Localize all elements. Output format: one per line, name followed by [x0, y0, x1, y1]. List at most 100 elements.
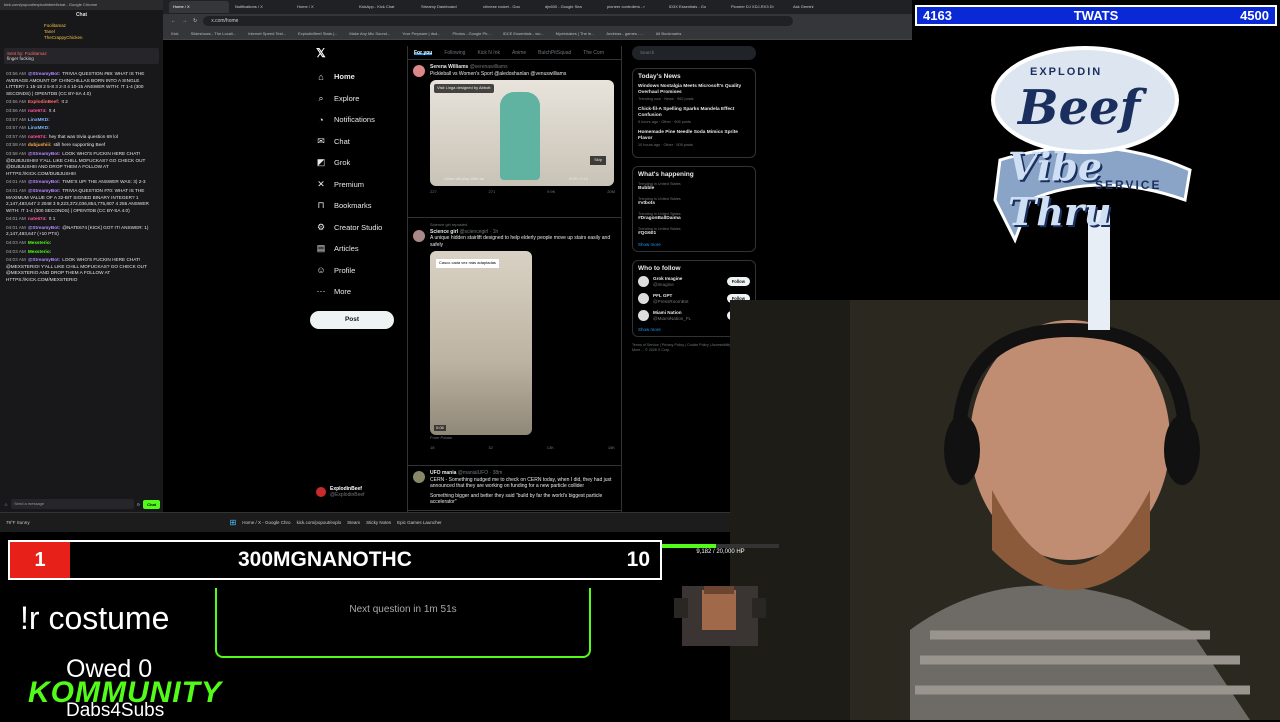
- x-logo-icon[interactable]: 𝕏: [310, 46, 420, 66]
- browser-tab[interactable]: Ask Gemini: [789, 1, 849, 13]
- browser-tab[interactable]: djn600 - Google Sea: [541, 1, 601, 13]
- tweet-text: Pickleball vs Women's Sport @aledoshanla…: [430, 70, 567, 77]
- browser-tab[interactable]: Pioneer DJ XDJ-RX3 Di: [727, 1, 787, 13]
- chat-input[interactable]: Send a message: [11, 499, 134, 509]
- timeline-tab[interactable]: The Corn: [583, 50, 604, 56]
- weather-widget[interactable]: 79°F Sunny: [6, 520, 30, 525]
- follow-suggestion[interactable]: Grok Imagine @imagine Follow: [638, 276, 750, 287]
- timeline-tab[interactable]: Following: [444, 50, 465, 56]
- nav-item-more[interactable]: ⋯ More: [310, 281, 420, 303]
- trend-item[interactable]: Trending in United States #QG601: [638, 227, 750, 236]
- timeline-tab[interactable]: Kick N Ink: [477, 50, 500, 56]
- address-bar[interactable]: x.com/home: [203, 16, 794, 26]
- timeline-tab[interactable]: For you: [414, 50, 433, 56]
- message-user[interactable]: ExplodinBeef:: [28, 99, 60, 104]
- reply-count[interactable]: 227: [430, 189, 437, 196]
- chat-panel: kick.com/popout/explodinbeef/chat - Goog…: [0, 0, 163, 512]
- bookmark-item[interactable]: ExplodinBeef Stats |...: [298, 31, 337, 36]
- nav-item-premium[interactable]: ✕ Premium: [310, 174, 420, 196]
- browser-tab[interactable]: Streamy Dashboard: [417, 1, 477, 13]
- message-user[interactable]: @StreamyBot:: [28, 151, 60, 156]
- forward-icon[interactable]: →: [182, 18, 187, 24]
- message-user[interactable]: LinxMKD:: [28, 117, 50, 122]
- bookmark-item[interactable]: Andreas - games - ...: [606, 31, 643, 36]
- repost-count[interactable]: 271: [489, 189, 496, 196]
- nav-item-grok[interactable]: ◩ Grok: [310, 152, 420, 174]
- browser-tab[interactable]: Home / X: [293, 1, 353, 13]
- browser-tab[interactable]: Notifications / X: [231, 1, 291, 13]
- nav-item-explore[interactable]: ⌕ Explore: [310, 88, 420, 110]
- browser-tab[interactable]: pioneer controllers - r: [603, 1, 663, 13]
- bookmark-item[interactable]: Mymistakes | The le...: [556, 31, 595, 36]
- bookmark-item[interactable]: Photos - Google Ph...: [453, 31, 491, 36]
- tweet[interactable]: Serena Williams @serenawilliams Pickleba…: [408, 60, 621, 218]
- browser-tab[interactable]: ID3X Essentials - Go: [665, 1, 725, 13]
- message-user[interactable]: Mexsterio:: [28, 249, 51, 254]
- bookmark-item[interactable]: Slideshows - The Locali...: [191, 31, 237, 36]
- news-item[interactable]: Homemade Pine Needle Soda Mimics Sprite …: [638, 130, 750, 147]
- skip-button[interactable]: Skip: [590, 156, 606, 165]
- message-user[interactable]: @StreamyBot:: [28, 71, 60, 76]
- timeline-tab[interactable]: ButchPitSquad: [538, 50, 571, 56]
- like-count[interactable]: 9.9K: [547, 189, 555, 196]
- trend-item[interactable]: Trending in United States #DragonBallDaim…: [638, 212, 750, 221]
- message-user[interactable]: @StreamyBot:: [28, 179, 60, 184]
- bookmark-item[interactable]: Make Any Mic Sound...: [349, 31, 390, 36]
- message-user[interactable]: nate674:: [28, 134, 47, 139]
- reply-count[interactable]: 18: [430, 445, 434, 452]
- taskbar-app[interactable]: kick.com/popout/explo: [297, 520, 342, 525]
- message-user[interactable]: nate674:: [28, 108, 47, 113]
- news-item[interactable]: Windows Nostalgia Meets Microsoft's Qual…: [638, 84, 750, 101]
- message-user[interactable]: LinxMKD:: [28, 125, 50, 130]
- message-user[interactable]: nate674:: [28, 216, 47, 221]
- browser-tab[interactable]: chinese rocket - Goo: [479, 1, 539, 13]
- nav-item-home[interactable]: ⌂ Home: [310, 66, 420, 88]
- nav-item-bookmarks[interactable]: ⊓ Bookmarks: [310, 195, 420, 217]
- follow-button[interactable]: Follow: [726, 277, 750, 286]
- search-input[interactable]: Search: [632, 46, 756, 60]
- bookmark-item[interactable]: Kick: [171, 31, 179, 36]
- tweet[interactable]: Science girl reposted Science girl @scie…: [408, 218, 621, 466]
- post-button[interactable]: Post: [310, 310, 394, 329]
- tweet-video[interactable]: Visit Linga designed by Abbott Skip Vide…: [430, 80, 614, 186]
- trend-item[interactable]: Trending in United States #vtbots: [638, 197, 750, 206]
- news-item[interactable]: Chick-fil-A Spelling Sparks Mandela Effe…: [638, 107, 750, 124]
- tweet-video[interactable]: Casco cada vez más adaptadas 0:08: [430, 251, 532, 435]
- emote-icon[interactable]: ☺: [4, 502, 8, 507]
- bookmark-item[interactable]: Internet Speed Test...: [248, 31, 286, 36]
- message-user[interactable]: @StreamyBot:: [28, 257, 60, 262]
- bookmark-item[interactable]: Your Pmpsare | dsd...: [402, 31, 440, 36]
- settings-icon[interactable]: ⚙: [137, 502, 141, 507]
- like-count[interactable]: 13K: [547, 445, 554, 452]
- taskbar-app[interactable]: Sticky Notes: [366, 520, 391, 525]
- nav-item-articles[interactable]: ▤ Articles: [310, 238, 420, 260]
- trend-item[interactable]: Trending in United States Bubble: [638, 182, 750, 191]
- nav-item-chat[interactable]: ✉ Chat: [310, 131, 420, 153]
- browser-tab[interactable]: KickApp - Kick Chat: [355, 1, 415, 13]
- timeline-tab[interactable]: Anime: [512, 50, 526, 56]
- reload-icon[interactable]: ↻: [193, 18, 197, 24]
- browser-tab[interactable]: Home / X: [169, 1, 229, 13]
- message-user[interactable]: @StreamyBot:: [28, 225, 60, 230]
- message-user[interactable]: dubjushiii:: [28, 142, 52, 147]
- account-switcher[interactable]: ExplodinBeef @ExplodinBeef: [316, 486, 365, 498]
- taskbar-app[interactable]: Steam: [347, 520, 360, 525]
- taskbar-app[interactable]: Home / X - Google Chro: [242, 520, 290, 525]
- bookmark-item[interactable]: All Bookmarks: [656, 31, 682, 36]
- show-more-link[interactable]: Show more: [638, 242, 750, 247]
- nav-item-profile[interactable]: ☺ Profile: [310, 260, 420, 282]
- nav-item-creator-studio[interactable]: ⚙ Creator Studio: [310, 217, 420, 239]
- tweet[interactable]: UFO mania @manialUFO · 38m CERN - Someth…: [408, 466, 621, 511]
- windows-start-icon[interactable]: ⊞: [230, 518, 237, 527]
- message-user[interactable]: @StreamyBot:: [28, 188, 60, 193]
- message-user[interactable]: Mexsterio:: [28, 240, 51, 245]
- bookmark-item[interactable]: IDCE Essentials - wo...: [503, 31, 544, 36]
- view-count[interactable]: 15K: [608, 445, 615, 452]
- back-icon[interactable]: ←: [171, 18, 176, 24]
- send-chat-button[interactable]: Chat: [143, 499, 160, 509]
- repost-count[interactable]: 32: [488, 445, 492, 452]
- nav-item-notifications[interactable]: ◔ Notifications: [310, 109, 420, 131]
- taskbar-app[interactable]: Epic Games Launcher: [397, 520, 442, 525]
- view-count[interactable]: 20M: [607, 189, 615, 196]
- pinned-message[interactable]: Sent by: Foolitamaz finger fucking: [4, 48, 159, 64]
